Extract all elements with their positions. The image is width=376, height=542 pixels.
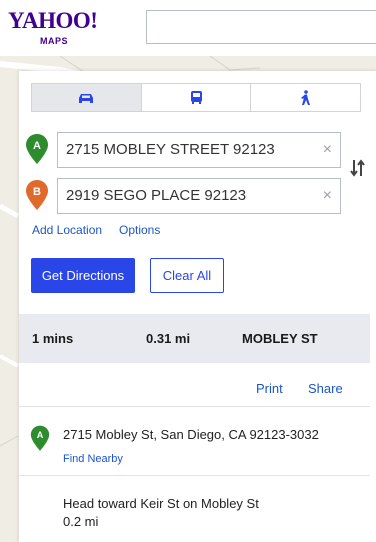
start-address: 2715 Mobley St, San Diego, CA 92123-3032 bbox=[63, 427, 319, 442]
end-location-value: 2919 SEGO PLACE 92123 bbox=[66, 187, 247, 204]
step-instruction: Head toward Keir St on Mobley St bbox=[63, 496, 259, 511]
car-icon bbox=[79, 93, 94, 103]
options-link[interactable]: Options bbox=[119, 223, 160, 237]
mode-walk-tab[interactable] bbox=[251, 84, 361, 111]
pin-a-step-icon: A bbox=[30, 425, 50, 451]
pin-a-label: A bbox=[33, 140, 41, 152]
travel-mode-tabs bbox=[31, 83, 361, 112]
yahoo-maps-logo[interactable]: YAHOO! MAPS bbox=[8, 8, 108, 50]
pin-b-icon: B bbox=[26, 180, 48, 210]
logo-wordmark: YAHOO! bbox=[8, 8, 98, 33]
start-location-row: A 2715 MOBLEY STREET 92123 × bbox=[25, 132, 341, 168]
clear-start-icon[interactable]: × bbox=[323, 133, 332, 167]
end-location-row: B 2919 SEGO PLACE 92123 × bbox=[25, 178, 341, 214]
route-actions: Print Share bbox=[19, 363, 370, 407]
pin-b-label: B bbox=[33, 186, 41, 198]
logo-subtitle: MAPS bbox=[40, 36, 69, 46]
direction-step[interactable]: Head toward Keir St on Mobley St 0.2 mi bbox=[19, 476, 370, 542]
mode-drive-tab[interactable] bbox=[32, 84, 142, 111]
app-header: YAHOO! MAPS bbox=[0, 0, 376, 56]
bus-icon bbox=[190, 91, 202, 104]
route-time: 1 mins bbox=[32, 331, 74, 346]
get-directions-button[interactable]: Get Directions bbox=[31, 258, 135, 293]
find-nearby-link[interactable]: Find Nearby bbox=[63, 453, 123, 465]
clear-all-button[interactable]: Clear All bbox=[150, 258, 224, 293]
directions-panel: A 2715 MOBLEY STREET 92123 × B 2919 SEGO… bbox=[19, 71, 376, 542]
end-location-input[interactable]: 2919 SEGO PLACE 92123 × bbox=[57, 178, 341, 214]
share-link[interactable]: Share bbox=[308, 381, 343, 396]
route-start-step: A 2715 Mobley St, San Diego, CA 92123-30… bbox=[19, 408, 370, 476]
route-street: MOBLEY ST bbox=[242, 331, 318, 346]
swap-locations-icon[interactable] bbox=[349, 158, 367, 178]
mode-transit-tab[interactable] bbox=[141, 84, 252, 111]
start-location-value: 2715 MOBLEY STREET 92123 bbox=[66, 141, 275, 158]
print-link[interactable]: Print bbox=[256, 381, 283, 396]
map-search-input[interactable] bbox=[146, 10, 376, 44]
clear-end-icon[interactable]: × bbox=[323, 179, 332, 213]
pin-a-step-label: A bbox=[37, 430, 44, 440]
walking-icon bbox=[301, 89, 311, 105]
route-summary[interactable]: 1 mins 0.31 mi MOBLEY ST bbox=[19, 314, 370, 363]
start-location-input[interactable]: 2715 MOBLEY STREET 92123 × bbox=[57, 132, 341, 168]
route-distance: 0.31 mi bbox=[146, 331, 191, 346]
pin-a-icon: A bbox=[26, 134, 48, 164]
step-distance: 0.2 mi bbox=[63, 514, 99, 529]
add-location-link[interactable]: Add Location bbox=[32, 223, 102, 237]
